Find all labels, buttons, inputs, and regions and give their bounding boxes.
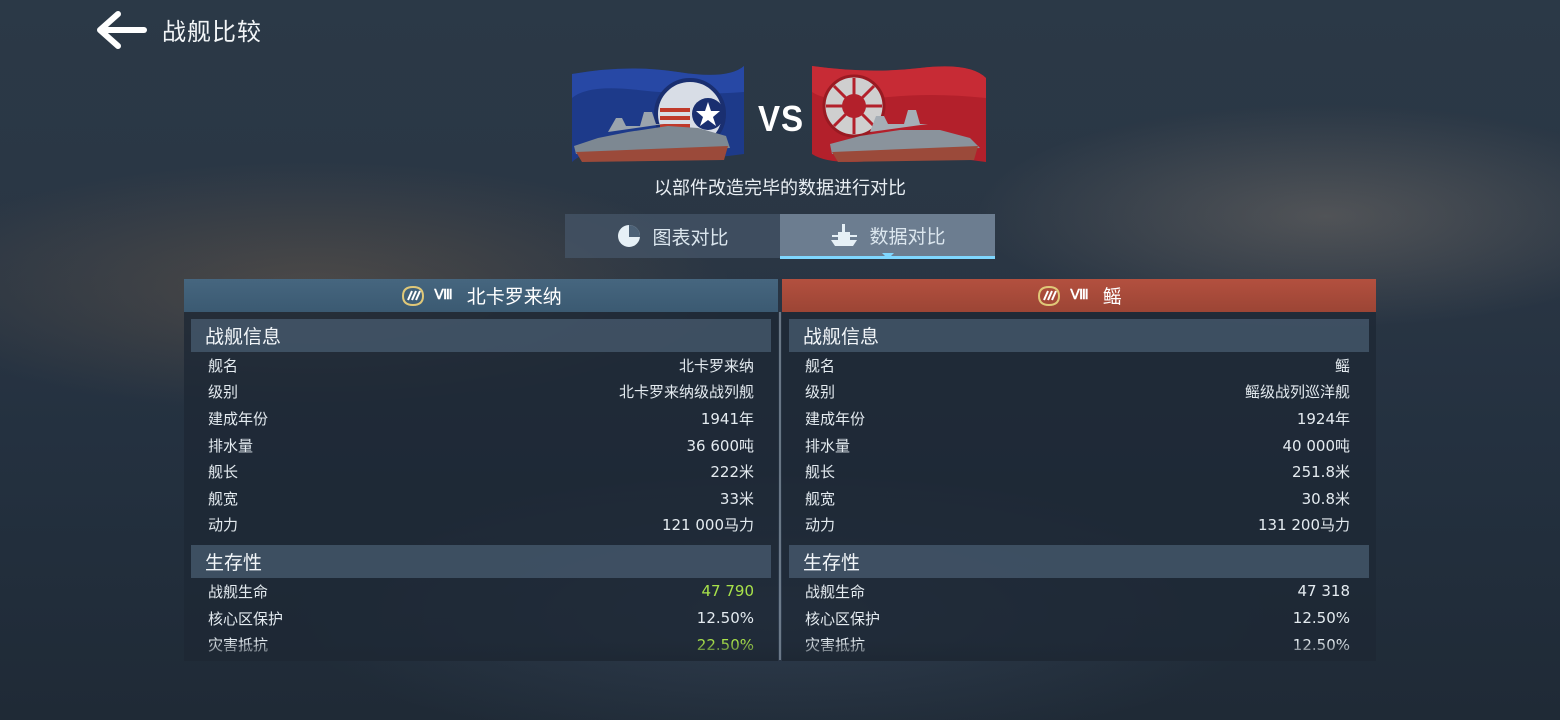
stat-row: 核心区保护 12.50% (782, 605, 1376, 632)
right-ship-header: Ⅷ 鳐 (782, 279, 1376, 312)
stat-label: 动力 (208, 516, 239, 535)
stat-label: 级别 (208, 383, 239, 402)
stat-label: 级别 (805, 383, 836, 402)
stat-label: 舰长 (208, 463, 239, 482)
tab-data-compare[interactable]: 数据对比 (780, 214, 995, 259)
tier-badge-icon (402, 285, 425, 306)
panel-divider (779, 312, 781, 660)
tab-data-label: 数据对比 (869, 225, 946, 248)
left-ship-header: Ⅷ 北卡罗来纳 (184, 279, 778, 312)
stat-label: 舰长 (805, 463, 836, 482)
stat-value: 1941年 (700, 409, 754, 428)
right-ship-name: 鳐 (1102, 286, 1122, 308)
stat-value: 47 318 (1297, 582, 1351, 601)
scroll-fade (184, 641, 778, 661)
view-tabs: 图表对比 数据对比 (565, 214, 995, 260)
stat-value: 北卡罗来纳级战列舰 (618, 383, 754, 402)
stat-value: 222米 (710, 463, 754, 482)
stat-row: 核心区保护 12.50% (184, 605, 778, 632)
stat-label: 排水量 (805, 436, 851, 455)
ship-icon (831, 224, 858, 246)
scroll-fade (782, 641, 1376, 661)
stat-value: 30.8米 (1301, 489, 1350, 508)
stat-row: 建成年份 1941年 (184, 405, 778, 432)
stat-row: 动力 121 000马力 (184, 512, 778, 539)
stat-label: 舰宽 (208, 489, 239, 508)
stat-value: 12.50% (1292, 609, 1350, 628)
left-ship-tier: Ⅷ (434, 288, 453, 303)
right-ship-flag (810, 62, 988, 170)
stat-row: 级别 鳐级战列巡洋舰 (782, 379, 1376, 406)
stat-label: 建成年份 (208, 409, 269, 428)
stat-value: 47 790 (701, 582, 755, 601)
stat-label: 动力 (805, 516, 836, 535)
stat-label: 核心区保护 (805, 609, 881, 628)
stat-label: 核心区保护 (208, 609, 284, 628)
tab-chart-compare[interactable]: 图表对比 (565, 214, 780, 258)
stat-label: 建成年份 (805, 409, 866, 428)
stat-row: 排水量 40 000吨 (782, 432, 1376, 459)
vs-label: VS (758, 98, 805, 139)
comparison-note: 以部件改造完毕的数据进行对比 (654, 178, 906, 199)
stat-value: 12.50% (696, 609, 754, 628)
right-ship-tier: Ⅷ (1070, 288, 1089, 303)
stat-row: 战舰生命 47 318 (782, 578, 1376, 605)
stat-label: 战舰生命 (208, 582, 269, 601)
stat-row: 舰长 251.8米 (782, 458, 1376, 485)
stat-value: 鳐级战列巡洋舰 (1244, 383, 1350, 402)
pie-chart-icon (618, 225, 641, 247)
stat-value: 鳐 (1334, 356, 1350, 375)
stat-value: 北卡罗来纳 (678, 356, 754, 375)
left-ship-panel: Ⅷ 北卡罗来纳 战舰信息舰名 北卡罗来纳级别 北卡罗来纳级战列舰建成年份 1941年排… (184, 279, 778, 661)
right-ship-panel: Ⅷ 鳐 战舰信息 舰名鳐级别 鳐级战列巡洋舰 建成年份 1924年 排水量 40 000吨舰… (782, 279, 1376, 661)
left-ship-flag (568, 62, 746, 170)
stat-row: 战舰生命 47 790 (184, 578, 778, 605)
stat-row: 建成年份 1924年 (782, 405, 1376, 432)
stat-value: 1924年 (1296, 409, 1350, 428)
section-header: 战舰信息 (789, 319, 1369, 352)
stat-row: 舰长 222米 (184, 458, 778, 485)
stat-label: 舰宽 (805, 489, 836, 508)
tier-badge-icon (1038, 285, 1061, 306)
stat-row: 排水量 36 600吨 (184, 432, 778, 459)
stat-row: 舰宽 33米 (184, 485, 778, 512)
stat-value: 33米 (719, 489, 754, 508)
stat-label: 排水量 (208, 436, 254, 455)
stat-row: 舰名 鳐 (782, 352, 1376, 379)
stat-value: 36 600吨 (686, 436, 755, 455)
stat-row: 动力 131 200马力 (782, 512, 1376, 539)
stat-value: 251.8米 (1292, 463, 1350, 482)
left-ship-name: 北卡罗来纳 (466, 286, 562, 308)
arrow-left-icon (97, 11, 147, 49)
stat-row: 级别 北卡罗来纳级战列舰 (184, 379, 778, 406)
stat-label: 战舰生命 (805, 582, 866, 601)
tab-chart-label: 图表对比 (652, 226, 729, 249)
section-header: 生存性 (789, 545, 1369, 579)
stat-label: 舰名 (208, 356, 239, 375)
stat-value: 121 000马力 (661, 516, 754, 535)
stat-value: 131 200马力 (1257, 516, 1350, 535)
section-header: 生存性 (191, 545, 771, 579)
back-button[interactable] (92, 8, 152, 52)
stat-row: 舰宽 30.8米 (782, 485, 1376, 512)
stat-row: 舰名 北卡罗来纳 (184, 352, 778, 379)
stat-value: 40 000吨 (1282, 436, 1351, 455)
stat-label: 舰名 (805, 356, 836, 375)
page-title: 战舰比较 (162, 18, 262, 46)
section-header: 战舰信息 (191, 319, 771, 352)
